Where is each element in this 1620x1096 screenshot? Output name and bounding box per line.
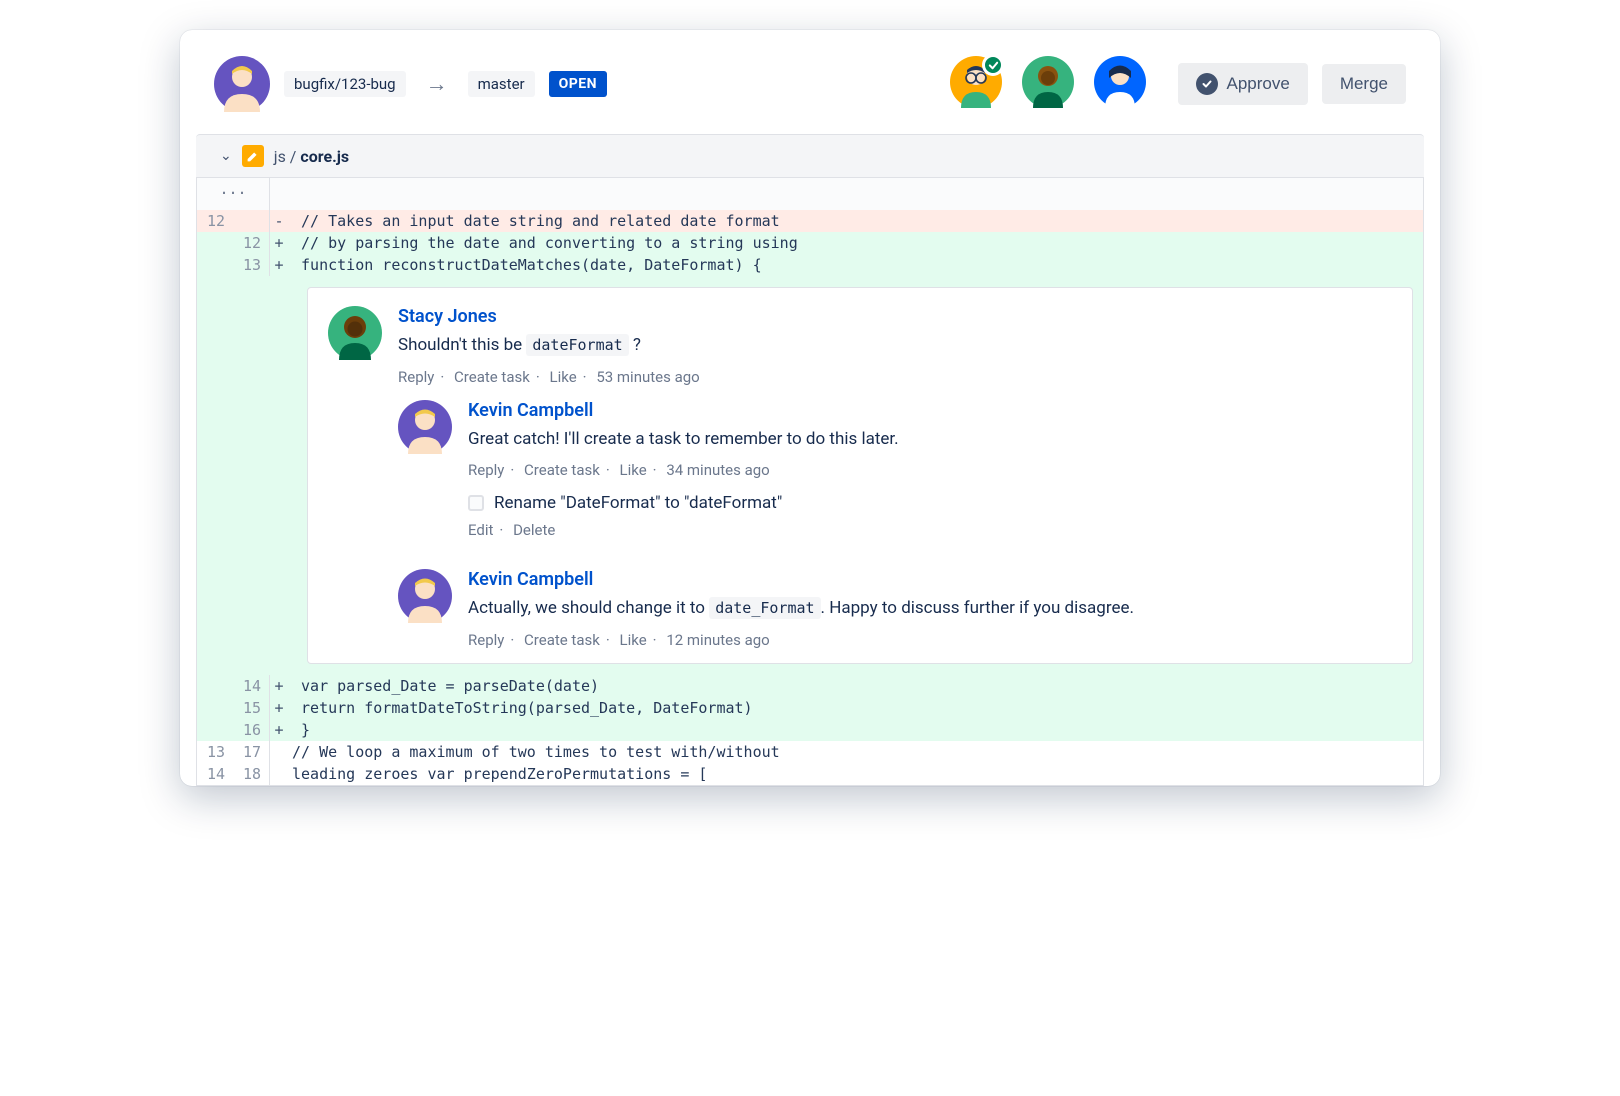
new-line-number: 17	[233, 741, 269, 763]
code-content: leading zeroes var prependZeroPermutatio…	[288, 763, 1423, 785]
hunk-row: ···	[197, 178, 1423, 210]
like-link[interactable]: Like	[620, 461, 647, 479]
create-task-link[interactable]: Create task	[454, 368, 530, 386]
comment-author[interactable]: Kevin Campbell	[468, 569, 1392, 590]
diff-line[interactable]: 14+ var parsed_Date = parseDate(date)	[197, 675, 1423, 697]
diff-line[interactable]: 1317 // We loop a maximum of two times to…	[197, 741, 1423, 763]
diff-marker: +	[270, 719, 288, 741]
edit-link[interactable]: Edit	[468, 521, 493, 539]
comment-timestamp: 53 minutes ago	[596, 368, 699, 386]
code-content: return formatDateToString(parsed_Date, D…	[288, 697, 1423, 719]
comment-author[interactable]: Stacy Jones	[398, 306, 1392, 327]
code-content: }	[288, 719, 1423, 741]
task-item[interactable]: Rename "DateFormat" to "dateFormat"	[468, 493, 1392, 513]
old-line-number: 12	[197, 210, 233, 232]
approve-label: Approve	[1226, 74, 1289, 94]
chevron-down-icon[interactable]: ⌄	[220, 148, 232, 164]
new-line-number: 13	[233, 254, 269, 276]
new-line-number	[233, 210, 269, 232]
reply-link[interactable]: Reply	[398, 368, 434, 386]
comment-timestamp: 34 minutes ago	[666, 461, 769, 479]
arrow-icon: →	[420, 71, 454, 97]
reviewer-2[interactable]	[1022, 56, 1074, 112]
new-line-number: 14	[233, 675, 269, 697]
diff-marker	[270, 741, 288, 763]
new-line-number: 18	[233, 763, 269, 785]
reviewer-1[interactable]	[950, 56, 1002, 112]
file-header[interactable]: ⌄ js / core.js	[196, 134, 1424, 178]
diff-line[interactable]: 12 - // Takes an input date string and re…	[197, 210, 1423, 232]
code-content: var parsed_Date = parseDate(date)	[288, 675, 1423, 697]
check-circle-icon	[1196, 73, 1218, 95]
diff-line[interactable]: 16+ }	[197, 719, 1423, 741]
comment-author[interactable]: Kevin Campbell	[468, 400, 1392, 421]
comment-timestamp: 12 minutes ago	[666, 631, 769, 649]
old-line-number	[197, 254, 233, 276]
inline-code: dateFormat	[526, 334, 628, 356]
comment-text: Actually, we should change it to date_Fo…	[468, 596, 1392, 621]
comment-text: Shouldn't this be dateFormat ?	[398, 333, 1392, 358]
old-line-number	[197, 719, 233, 741]
reviewer-3[interactable]	[1094, 56, 1146, 112]
delete-link[interactable]: Delete	[513, 521, 555, 539]
comment: Kevin Campbell Actually, we should chang…	[398, 569, 1392, 649]
ellipsis-icon[interactable]: ···	[197, 178, 269, 210]
diff-marker: +	[270, 254, 288, 276]
old-line-number	[197, 232, 233, 254]
diff-line[interactable]: 13+ function reconstructDateMatches(date…	[197, 254, 1423, 276]
code-content: // Takes an input date string and relate…	[288, 210, 1423, 232]
reviewers	[950, 56, 1146, 112]
old-line-number: 13	[197, 741, 233, 763]
diff-line[interactable]: 15+ return formatDateToString(parsed_Dat…	[197, 697, 1423, 719]
new-line-number: 15	[233, 697, 269, 719]
like-link[interactable]: Like	[550, 368, 577, 386]
code-content: // by parsing the date and converting to…	[288, 232, 1423, 254]
pr-header: bugfix/123-bug → master OPEN	[180, 30, 1440, 134]
task-text: Rename "DateFormat" to "dateFormat"	[494, 493, 782, 513]
reply-link[interactable]: Reply	[468, 461, 504, 479]
old-line-number	[197, 697, 233, 719]
diff-view: ··· 12- // Takes an input date string an…	[196, 178, 1424, 786]
create-task-link[interactable]: Create task	[524, 461, 600, 479]
comment-actions: Reply· Create task· Like· 34 minutes ago	[468, 461, 1392, 479]
old-line-number: 14	[197, 763, 233, 785]
commenter-avatar[interactable]	[328, 306, 382, 360]
target-branch-chip[interactable]: master	[468, 71, 535, 97]
reply-link[interactable]: Reply	[468, 631, 504, 649]
comment-actions: Reply· Create task· Like· 53 minutes ago	[398, 368, 1392, 386]
pull-request-panel: bugfix/123-bug → master OPEN	[180, 30, 1440, 786]
diff-marker: -	[270, 210, 288, 232]
diff-marker: +	[270, 232, 288, 254]
code-content: function reconstructDateMatches(date, Da…	[288, 254, 1423, 276]
author-avatar[interactable]	[214, 56, 270, 112]
task-actions: Edit· Delete	[468, 521, 1392, 539]
status-badge: OPEN	[549, 71, 607, 97]
comment: Stacy Jones Shouldn't this be dateFormat…	[328, 306, 1392, 386]
inline-code: date_Format	[709, 597, 820, 619]
diff-line[interactable]: 12+ // by parsing the date and convertin…	[197, 232, 1423, 254]
file-path: js / core.js	[274, 147, 349, 166]
new-line-number: 16	[233, 719, 269, 741]
comment-actions: Reply· Create task· Like· 12 minutes ago	[468, 631, 1392, 649]
merge-label: Merge	[1340, 74, 1388, 94]
diff-marker: +	[270, 675, 288, 697]
diff-marker	[270, 763, 288, 785]
source-branch-chip[interactable]: bugfix/123-bug	[284, 71, 406, 97]
diff-line[interactable]: 1418 leading zeroes var prependZeroPermut…	[197, 763, 1423, 785]
comment: Kevin Campbell Great catch! I'll create …	[398, 400, 1392, 556]
new-line-number: 12	[233, 232, 269, 254]
code-content: // We loop a maximum of two times to tes…	[288, 741, 1423, 763]
approve-button[interactable]: Approve	[1178, 63, 1307, 105]
commenter-avatar[interactable]	[398, 569, 452, 623]
task-checkbox[interactable]	[468, 495, 484, 511]
modified-file-icon	[242, 145, 264, 167]
merge-button[interactable]: Merge	[1322, 64, 1406, 104]
old-line-number	[197, 675, 233, 697]
commenter-avatar[interactable]	[398, 400, 452, 454]
comment-text: Great catch! I'll create a task to remem…	[468, 427, 1392, 452]
inline-comment-thread: Stacy Jones Shouldn't this be dateFormat…	[307, 287, 1413, 664]
diff-marker: +	[270, 697, 288, 719]
create-task-link[interactable]: Create task	[524, 631, 600, 649]
like-link[interactable]: Like	[620, 631, 647, 649]
